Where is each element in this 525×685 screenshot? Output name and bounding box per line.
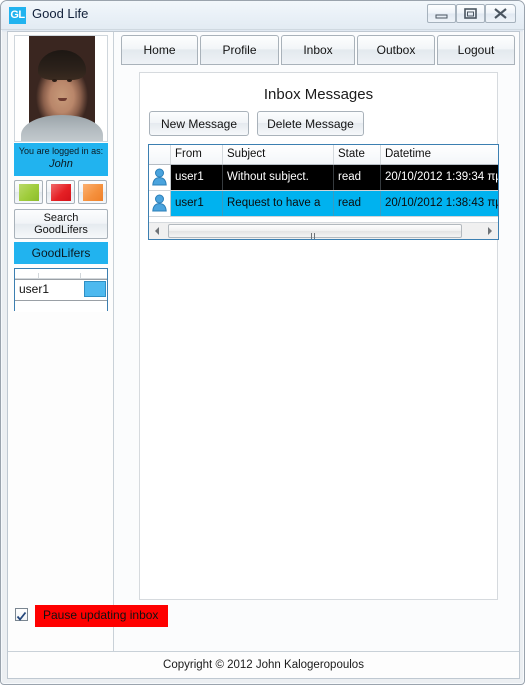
scroll-right-button[interactable] [481, 223, 498, 239]
maximize-button[interactable] [456, 4, 485, 23]
column-header-select[interactable] [149, 145, 171, 164]
inbox-panel: Inbox Messages New Message Delete Messag… [139, 72, 499, 600]
footer-copyright: Copyright © 2012 John Kalogeropoulos [8, 651, 519, 678]
cell-datetime: 20/10/2012 1:39:34 πμ [385, 171, 498, 183]
logged-in-label: You are logged in as: [18, 146, 104, 156]
status-button-red[interactable] [46, 180, 75, 204]
app-body: You are logged in as: John Search GoodLi… [7, 31, 520, 679]
profile-photo-frame [14, 35, 108, 142]
goodlifer-status-swatch [84, 281, 106, 297]
tab-bar: Home Profile Inbox Outbox Logout [121, 35, 515, 65]
goodlifers-list-header [15, 269, 107, 282]
cell-datetime: 20/10/2012 1:38:43 πμ [385, 197, 498, 209]
column-header-state[interactable]: State [334, 145, 381, 164]
goodlifer-name: user1 [19, 282, 50, 296]
chevron-left-icon [155, 227, 159, 235]
minimize-icon [435, 14, 448, 19]
title-bar: GL Good Life [1, 1, 524, 30]
photo-detail [52, 79, 57, 82]
profile-photo [21, 36, 103, 141]
new-message-button[interactable]: New Message [149, 111, 249, 136]
maximize-icon [464, 8, 477, 19]
horizontal-scrollbar[interactable] [149, 222, 498, 239]
cell-state: read [334, 191, 381, 216]
minimize-button[interactable] [427, 4, 456, 23]
table-header-row: From Subject State Datetime [149, 145, 498, 165]
cell-from: user1 [171, 165, 223, 190]
sidebar: You are logged in as: John Search GoodLi… [8, 32, 114, 651]
photo-detail [58, 98, 67, 101]
close-icon [494, 8, 507, 19]
table-row[interactable]: user1 Request to have a read 20/10/2012 … [149, 191, 498, 217]
status-orange-swatch [83, 184, 103, 201]
status-red-swatch [51, 184, 71, 201]
scrollbar-grip-icon [311, 228, 319, 239]
person-icon [152, 194, 167, 212]
app-logo-icon: GL [9, 7, 26, 24]
goodlifers-empty-row [15, 301, 107, 312]
delete-message-button[interactable]: Delete Message [257, 111, 364, 136]
scrollbar-thumb[interactable] [168, 224, 462, 239]
goodlifers-list[interactable]: user1 [14, 268, 108, 312]
tab-home[interactable]: Home [121, 35, 198, 65]
window-title: Good Life [32, 6, 89, 21]
column-header-from[interactable]: From [171, 145, 223, 164]
photo-detail [67, 79, 72, 82]
status-button-orange[interactable] [78, 180, 107, 204]
row-avatar-cell [149, 165, 171, 190]
tab-outbox[interactable]: Outbox [357, 35, 435, 65]
main-content: Home Profile Inbox Outbox Logout Inbox M… [115, 32, 520, 651]
close-button[interactable] [485, 4, 516, 23]
tab-profile[interactable]: Profile [200, 35, 279, 65]
person-icon [152, 168, 167, 186]
tab-inbox[interactable]: Inbox [281, 35, 355, 65]
pause-updating-checkbox[interactable] [15, 608, 28, 621]
pause-updating-label[interactable]: Pause updating inbox [35, 605, 169, 627]
cell-from: user1 [171, 191, 223, 216]
chevron-right-icon [488, 227, 492, 235]
scroll-left-button[interactable] [149, 223, 166, 239]
tab-logout[interactable]: Logout [437, 35, 515, 65]
table-row[interactable]: user1 Without subject. read 20/10/2012 1… [149, 165, 498, 191]
row-avatar-cell [149, 191, 171, 216]
status-button-green[interactable] [14, 180, 43, 204]
page-title: Inbox Messages [263, 86, 374, 103]
inbox-table[interactable]: From Subject State Datetime user1 Withou… [148, 144, 499, 240]
column-header-datetime[interactable]: Datetime [381, 145, 498, 164]
cell-state: read [334, 165, 381, 190]
search-goodlifers-button[interactable]: Search GoodLifers [14, 209, 108, 239]
logged-in-username: John [49, 158, 73, 170]
checkmark-icon [16, 611, 27, 621]
cell-subject: Request to have a [223, 191, 334, 216]
list-item[interactable]: user1 [15, 279, 107, 301]
column-header-subject[interactable]: Subject [223, 145, 334, 164]
logged-in-banner: You are logged in as: John [14, 143, 108, 176]
status-green-swatch [19, 184, 39, 201]
goodlifers-header: GoodLifers [14, 242, 108, 264]
app-window: GL Good Life You are logged in as: John … [0, 0, 525, 685]
cell-subject: Without subject. [223, 165, 334, 190]
